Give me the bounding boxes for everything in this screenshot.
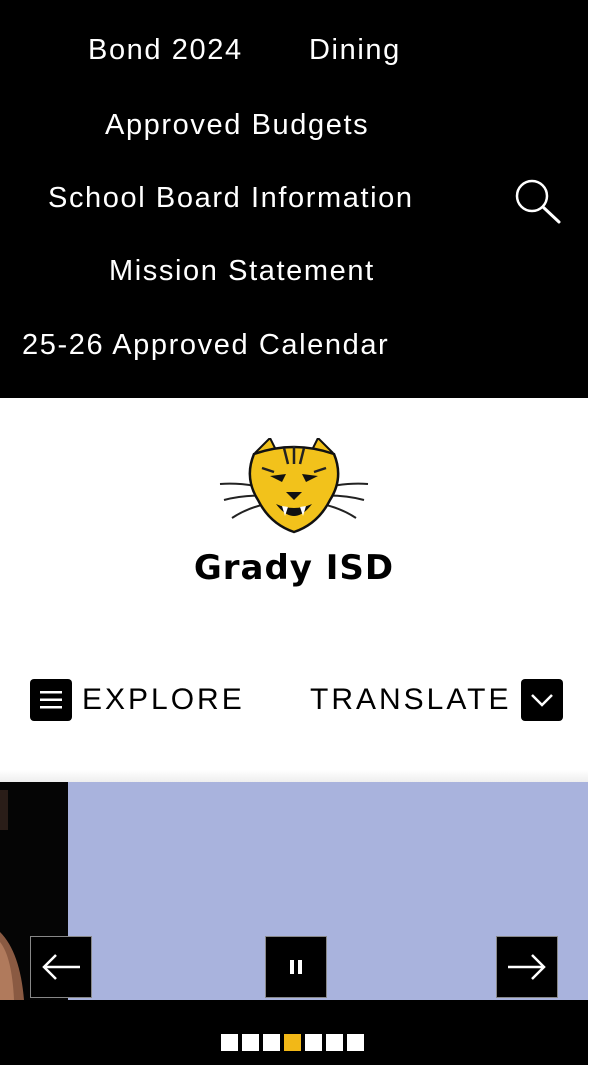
carousel-pause-button[interactable] [265,936,327,998]
nav-link-school-board-information[interactable]: School Board Information [48,182,414,215]
hamburger-menu-icon [30,679,72,721]
search-button[interactable] [512,176,564,228]
carousel-dot-4-active[interactable] [284,1034,301,1051]
nav-link-bond-2024[interactable]: Bond 2024 [88,34,243,67]
carousel-dot-5[interactable] [305,1034,322,1051]
carousel-dot-7[interactable] [347,1034,364,1051]
carousel-next-button[interactable] [496,936,558,998]
chevron-down-icon [521,679,564,721]
carousel-dot-3[interactable] [263,1034,280,1051]
header-divider [0,770,588,782]
carousel-dot-2[interactable] [242,1034,259,1051]
carousel-dot-1[interactable] [221,1034,238,1051]
translate-dropdown-button[interactable]: TRANSLATE [310,678,564,722]
page: Bond 2024 Dining Approved Budgets School… [0,0,600,1065]
explore-menu-button[interactable]: EXPLORE [30,678,245,722]
pause-icon [290,960,302,974]
carousel-prev-button[interactable] [30,936,92,998]
carousel-dots [221,1034,364,1051]
arrow-left-icon [42,954,80,980]
wildcat-logo[interactable] [214,436,374,538]
page-edge [588,0,600,1065]
top-navigation: Bond 2024 Dining Approved Budgets School… [0,0,588,398]
carousel-dot-6[interactable] [326,1034,343,1051]
search-icon [515,179,561,224]
arrow-right-icon [508,954,546,980]
hero-carousel [0,782,588,1000]
translate-label: TRANSLATE [310,683,512,716]
site-title[interactable]: Grady ISD [0,548,588,588]
nav-link-approved-budgets[interactable]: Approved Budgets [105,109,369,142]
carousel-indicator-bar [0,1000,588,1065]
nav-link-mission-statement[interactable]: Mission Statement [109,255,375,288]
explore-label: EXPLORE [82,683,245,716]
nav-link-dining[interactable]: Dining [309,34,401,67]
nav-link-25-26-approved-calendar[interactable]: 25-26 Approved Calendar [22,329,389,362]
